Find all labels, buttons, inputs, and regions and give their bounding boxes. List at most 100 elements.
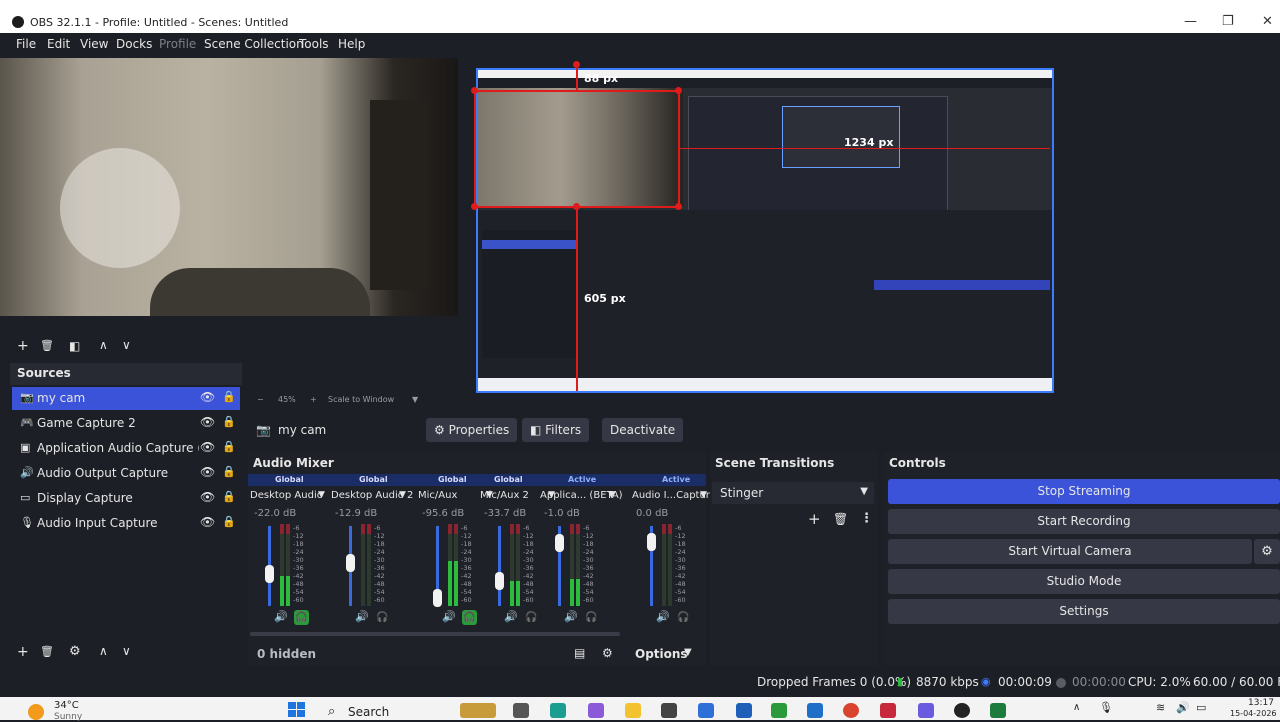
visibility-eye-icon[interactable]: 👁 <box>200 440 215 454</box>
wifi-icon[interactable]: ≋ <box>1156 701 1165 714</box>
mute-speaker-icon[interactable]: 🔊 <box>656 610 670 623</box>
source-item-audio-output[interactable]: 🔊 Audio Output Capture 👁 🔒 <box>12 462 240 485</box>
mute-speaker-icon[interactable]: 🔊 <box>564 610 578 623</box>
stop-streaming-button[interactable]: Stop Streaming <box>888 479 1280 504</box>
remove-transition-icon[interactable]: 🗑 <box>833 512 848 526</box>
taskbar-app2-icon[interactable] <box>880 703 896 718</box>
taskbar-outlook-icon[interactable] <box>807 703 823 718</box>
rotate-handle[interactable] <box>573 61 580 68</box>
menu-help[interactable]: Help <box>338 37 365 51</box>
sources-list[interactable]: 📷 my cam 👁 🔒 🎮 Game Capture 2 👁 🔒 ▣ Appl… <box>10 386 242 638</box>
remove-scene-icon[interactable]: 🗑 <box>40 338 54 354</box>
taskbar-task-view-icon[interactable] <box>513 703 529 718</box>
settings-button[interactable]: Settings <box>888 599 1280 624</box>
filters-button[interactable]: ◧ Filters <box>522 418 590 442</box>
visibility-eye-icon[interactable]: 👁 <box>200 490 215 504</box>
volume-icon[interactable]: 🔊 <box>1176 701 1190 714</box>
volume-fader-knob[interactable] <box>495 571 504 590</box>
studio-mode-button[interactable]: Studio Mode <box>888 569 1280 594</box>
maximize-button[interactable]: ❐ <box>1222 14 1234 29</box>
menu-file[interactable]: File <box>16 37 36 51</box>
resize-handle-br[interactable] <box>675 203 682 210</box>
channel-dropdown-icon[interactable]: ▼ <box>700 490 707 500</box>
zoom-in-button[interactable]: + <box>310 395 317 404</box>
deactivate-button[interactable]: Deactivate <box>602 418 684 442</box>
move-up-icon[interactable]: ∧ <box>99 643 108 659</box>
menu-tools[interactable]: Tools <box>299 37 329 51</box>
start-virtual-camera-button[interactable]: Start Virtual Camera <box>888 539 1252 564</box>
source-properties-icon[interactable]: ⚙ <box>69 644 81 660</box>
menu-profile[interactable]: Profile <box>159 37 196 51</box>
mute-speaker-icon[interactable]: 🔊 <box>442 610 456 623</box>
lock-icon[interactable]: 🔒 <box>222 515 236 528</box>
monitor-headphones-icon[interactable]: 🎧 <box>524 610 539 625</box>
lock-icon[interactable]: 🔒 <box>222 390 236 403</box>
scale-mode-select[interactable]: Scale to Window <box>328 395 394 404</box>
monitor-headphones-icon[interactable]: 🎧 <box>584 610 599 625</box>
move-down-icon[interactable]: ∨ <box>122 643 131 659</box>
mute-speaker-icon[interactable]: 🔊 <box>274 610 288 623</box>
chevron-up-icon[interactable]: ∧ <box>1073 702 1080 713</box>
resize-handle-tl[interactable] <box>471 87 478 94</box>
scene-filters-icon[interactable]: ◧ <box>69 338 80 354</box>
menu-edit[interactable]: Edit <box>47 37 70 51</box>
monitor-headphones-icon[interactable]: 🎧 <box>461 610 477 625</box>
source-item-my-cam[interactable]: 📷 my cam 👁 🔒 <box>12 387 240 410</box>
mixer-options-button[interactable]: Options <box>635 647 688 661</box>
monitor-headphones-icon[interactable]: 🎧 <box>676 610 691 625</box>
source-item-display-capture[interactable]: ▭ Display Capture 👁 🔒 <box>12 487 240 510</box>
chevron-down-icon[interactable]: ▼ <box>412 395 418 404</box>
properties-button[interactable]: ⚙ Properties <box>426 418 518 442</box>
source-item-audio-input[interactable]: 🎙 Audio Input Capture 👁 🔒 <box>12 512 240 535</box>
taskbar-xbox-icon[interactable] <box>771 703 787 718</box>
mixer-scrollbar[interactable] <box>250 632 620 636</box>
taskbar-chrome-icon[interactable] <box>843 703 859 718</box>
mute-speaker-icon[interactable]: 🔊 <box>504 610 518 623</box>
resize-handle-bl[interactable] <box>471 203 478 210</box>
virtual-camera-settings-icon[interactable]: ⚙ <box>1254 539 1280 564</box>
volume-fader-knob[interactable] <box>555 534 564 553</box>
volume-fader-track[interactable] <box>498 526 501 606</box>
taskbar-app-icon[interactable] <box>661 703 677 718</box>
transition-select[interactable]: Stinger ▼ <box>712 482 874 504</box>
add-scene-icon[interactable]: + <box>17 338 29 354</box>
advanced-audio-icon[interactable]: ⚙ <box>602 646 613 660</box>
taskbar-obs-icon[interactable] <box>954 703 970 718</box>
visibility-eye-icon[interactable]: 👁 <box>200 390 215 404</box>
start-recording-button[interactable]: Start Recording <box>888 509 1280 534</box>
mute-speaker-icon[interactable]: 🔊 <box>355 610 369 623</box>
lock-icon[interactable]: 🔒 <box>222 415 236 428</box>
add-transition-icon[interactable]: + <box>808 510 821 528</box>
visibility-eye-icon[interactable]: 👁 <box>200 515 215 529</box>
taskbar-widget-icon[interactable] <box>460 703 496 718</box>
visibility-eye-icon[interactable]: 👁 <box>200 465 215 479</box>
lock-icon[interactable]: 🔒 <box>222 465 236 478</box>
chevron-down-icon[interactable]: ▼ <box>684 647 692 658</box>
volume-fader-knob[interactable] <box>433 589 442 607</box>
taskbar-discord-icon[interactable] <box>918 703 934 718</box>
volume-fader-knob[interactable] <box>265 564 274 583</box>
resize-handle-b[interactable] <box>573 203 580 210</box>
source-item-application-audio[interactable]: ▣ Application Audio Capture (BET 👁 🔒 <box>12 437 240 460</box>
microphone-icon[interactable]: 🎙 <box>1099 701 1113 714</box>
visibility-eye-icon[interactable]: 👁 <box>200 415 215 429</box>
remove-source-icon[interactable]: 🗑 <box>40 644 54 660</box>
move-up-icon[interactable]: ∧ <box>99 337 108 353</box>
transition-properties-icon[interactable]: ⋮ <box>860 511 873 526</box>
taskbar-search[interactable]: ⌕ Search <box>320 700 450 720</box>
battery-icon[interactable]: ▭ <box>1196 701 1206 714</box>
taskbar-notes-icon[interactable] <box>736 703 752 718</box>
program-preview[interactable]: 88 px 1234 px 605 px <box>471 61 1054 393</box>
channel-dropdown-icon[interactable]: ▼ <box>399 490 406 500</box>
menu-docks[interactable]: Docks <box>116 37 152 51</box>
layout-toggle-icon[interactable]: ▤ <box>574 646 585 660</box>
taskbar-explorer-icon[interactable] <box>625 703 641 718</box>
monitor-headphones-icon[interactable]: 🎧 <box>375 610 390 625</box>
taskbar-excel-icon[interactable] <box>990 703 1006 718</box>
minimize-button[interactable]: — <box>1184 14 1197 29</box>
taskbar-edge-icon[interactable] <box>550 703 566 718</box>
add-source-icon[interactable]: + <box>17 644 29 660</box>
sun-weather-icon[interactable] <box>28 704 44 720</box>
monitor-headphones-icon[interactable]: 🎧 <box>293 610 309 625</box>
menu-view[interactable]: View <box>80 37 108 51</box>
